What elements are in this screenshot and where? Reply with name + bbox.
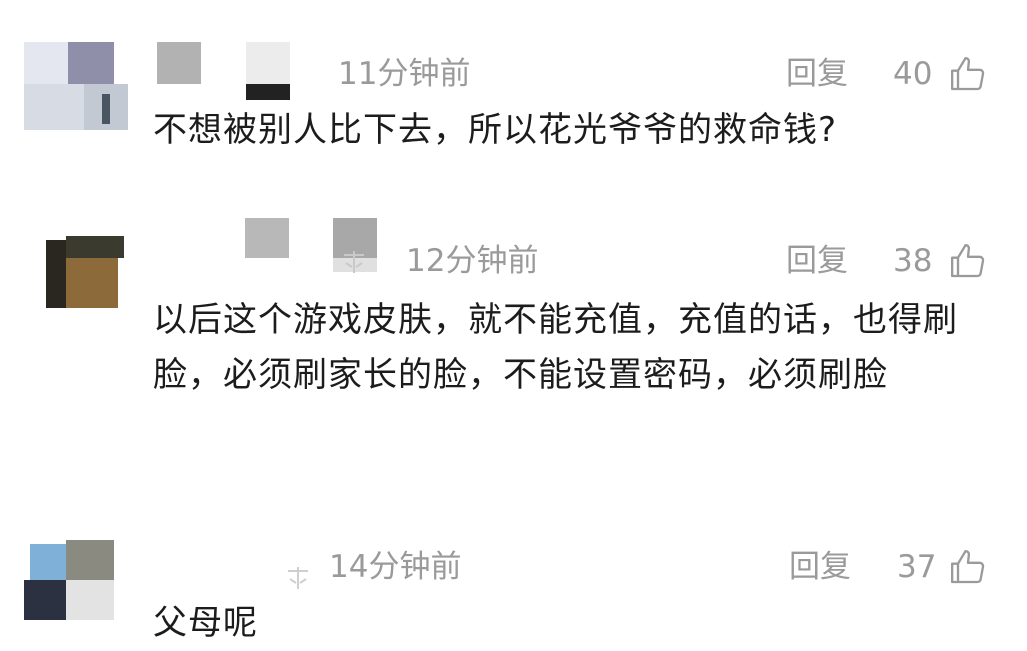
avatar[interactable] — [24, 540, 128, 620]
comment-time: 14分钟前 — [329, 549, 462, 585]
comment-text: 父母呢 — [153, 603, 258, 643]
reply-button[interactable]: 回复 — [789, 552, 851, 583]
thumbs-up-icon[interactable] — [948, 547, 988, 591]
comment-item: 14分钟前 回复 37 父母呢 — [0, 0, 1027, 643]
like-count: 37 — [897, 549, 937, 585]
